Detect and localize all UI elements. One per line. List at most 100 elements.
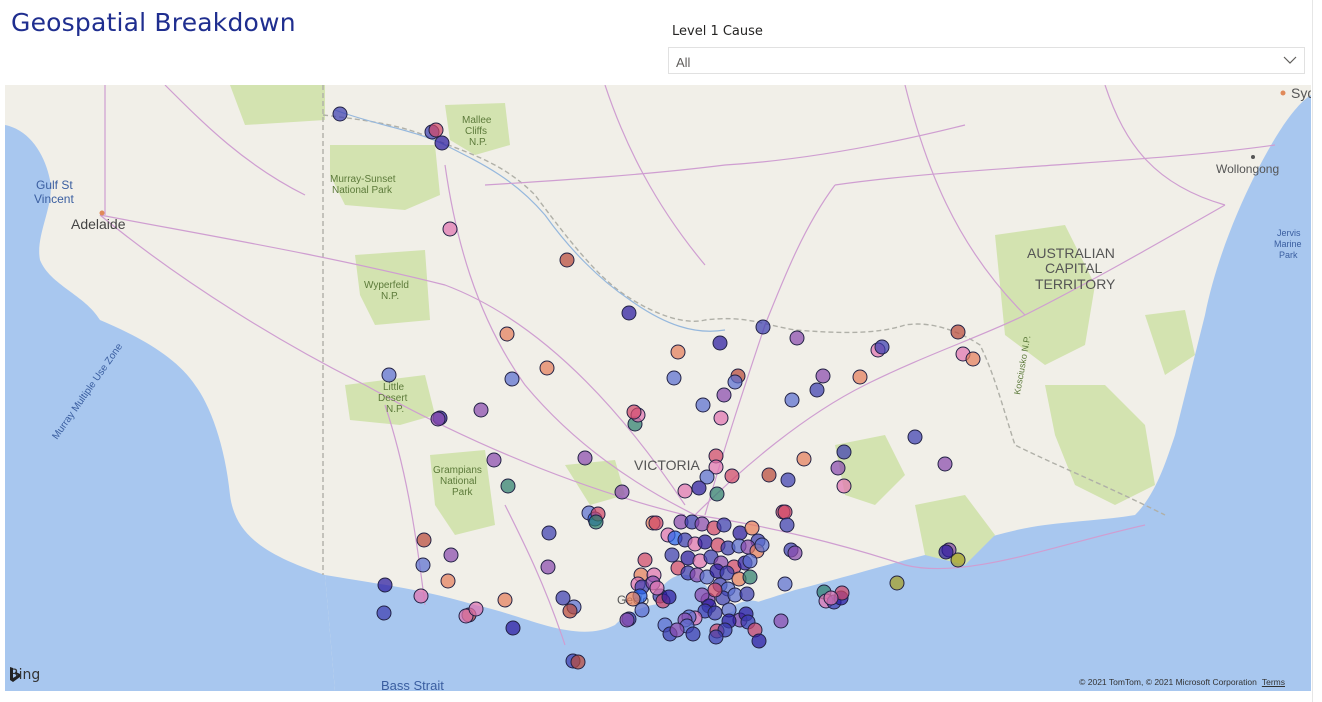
incident-marker[interactable] (416, 532, 432, 548)
incident-marker[interactable] (666, 370, 682, 386)
incident-marker[interactable] (677, 483, 693, 499)
incident-marker[interactable] (907, 429, 923, 445)
incident-marker[interactable] (695, 397, 711, 413)
incident-marker[interactable] (434, 135, 450, 151)
incident-marker[interactable] (777, 576, 793, 592)
incident-marker[interactable] (669, 622, 685, 638)
incident-marker[interactable] (430, 411, 446, 427)
incident-marker[interactable] (649, 580, 665, 596)
incident-marker[interactable] (938, 544, 954, 560)
incident-marker[interactable] (712, 335, 728, 351)
incident-marker[interactable] (742, 569, 758, 585)
incident-marker[interactable] (440, 573, 456, 589)
incident-marker[interactable] (504, 371, 520, 387)
incident-marker[interactable] (713, 410, 729, 426)
incident-marker[interactable] (830, 460, 846, 476)
city-marker (1251, 155, 1255, 159)
incident-marker[interactable] (661, 589, 677, 605)
chevron-down-icon (1283, 56, 1297, 64)
incident-marker[interactable] (761, 467, 777, 483)
incident-marker[interactable] (443, 547, 459, 563)
place-label: AUSTRALIAN (1027, 245, 1115, 261)
map-canvas[interactable]: Gulf St Vincent Adelaide Mallee Cliffs N… (5, 85, 1311, 691)
incident-marker[interactable] (754, 537, 770, 553)
incident-marker[interactable] (836, 444, 852, 460)
incident-marker[interactable] (377, 577, 393, 593)
incident-marker[interactable] (796, 451, 812, 467)
incident-marker[interactable] (852, 369, 868, 385)
place-label: VICTORIA (634, 457, 701, 473)
incident-marker[interactable] (779, 517, 795, 533)
incident-marker[interactable] (823, 590, 839, 606)
incident-marker[interactable] (415, 557, 431, 573)
level-1-cause-dropdown[interactable]: All (668, 47, 1305, 74)
incident-marker[interactable] (789, 330, 805, 346)
incident-marker[interactable] (724, 468, 740, 484)
incident-marker[interactable] (755, 319, 771, 335)
map-visual[interactable]: Gulf St Vincent Adelaide Mallee Cliffs N… (5, 85, 1311, 691)
incident-marker[interactable] (540, 559, 556, 575)
incident-marker[interactable] (621, 305, 637, 321)
incident-marker[interactable] (381, 367, 397, 383)
incident-marker[interactable] (541, 525, 557, 541)
incident-marker[interactable] (815, 368, 831, 384)
incident-marker[interactable] (836, 478, 852, 494)
incident-marker[interactable] (744, 520, 760, 536)
incident-marker[interactable] (626, 404, 642, 420)
incident-marker[interactable] (614, 484, 630, 500)
incident-marker[interactable] (691, 480, 707, 496)
incident-marker[interactable] (559, 252, 575, 268)
place-label: N.P. (469, 137, 487, 148)
incident-marker[interactable] (727, 374, 743, 390)
incident-marker[interactable] (588, 514, 604, 530)
incident-marker[interactable] (889, 575, 905, 591)
incident-marker[interactable] (716, 387, 732, 403)
incident-marker[interactable] (505, 620, 521, 636)
terms-link[interactable]: Terms (1262, 677, 1285, 687)
place-label: Syd (1291, 85, 1311, 101)
incident-marker[interactable] (499, 326, 515, 342)
incident-marker[interactable] (707, 605, 723, 621)
incident-marker[interactable] (332, 106, 348, 122)
incident-marker[interactable] (497, 592, 513, 608)
incident-marker[interactable] (739, 586, 755, 602)
incident-marker[interactable] (473, 402, 489, 418)
incident-marker[interactable] (777, 504, 793, 520)
incident-marker[interactable] (874, 339, 890, 355)
incident-marker[interactable] (950, 324, 966, 340)
incident-marker[interactable] (539, 360, 555, 376)
incident-marker[interactable] (937, 456, 953, 472)
incident-marker[interactable] (709, 486, 725, 502)
incident-marker[interactable] (468, 601, 484, 617)
incident-marker[interactable] (664, 547, 680, 563)
incident-marker[interactable] (562, 603, 578, 619)
incident-marker[interactable] (787, 545, 803, 561)
incident-marker[interactable] (413, 588, 429, 604)
incident-marker[interactable] (670, 344, 686, 360)
incident-marker[interactable] (376, 605, 392, 621)
incident-marker[interactable] (625, 591, 641, 607)
incident-marker[interactable] (809, 382, 825, 398)
incident-marker[interactable] (619, 612, 635, 628)
incident-marker[interactable] (780, 472, 796, 488)
incident-marker[interactable] (500, 478, 516, 494)
incident-marker[interactable] (486, 452, 502, 468)
incident-marker[interactable] (950, 552, 966, 568)
incident-marker[interactable] (773, 613, 789, 629)
incident-marker[interactable] (685, 626, 701, 642)
incident-marker[interactable] (442, 221, 458, 237)
incident-marker[interactable] (742, 553, 758, 569)
incident-marker[interactable] (708, 629, 724, 645)
incident-marker[interactable] (751, 633, 767, 649)
incident-marker[interactable] (965, 351, 981, 367)
incident-marker[interactable] (697, 534, 713, 550)
bing-logo: Bing (9, 667, 40, 683)
incident-marker[interactable] (707, 582, 723, 598)
incident-marker[interactable] (648, 515, 664, 531)
incident-marker[interactable] (784, 392, 800, 408)
incident-marker[interactable] (577, 450, 593, 466)
incident-marker[interactable] (570, 654, 586, 670)
incident-marker[interactable] (716, 517, 732, 533)
incident-marker[interactable] (637, 552, 653, 568)
incident-marker[interactable] (428, 122, 444, 138)
